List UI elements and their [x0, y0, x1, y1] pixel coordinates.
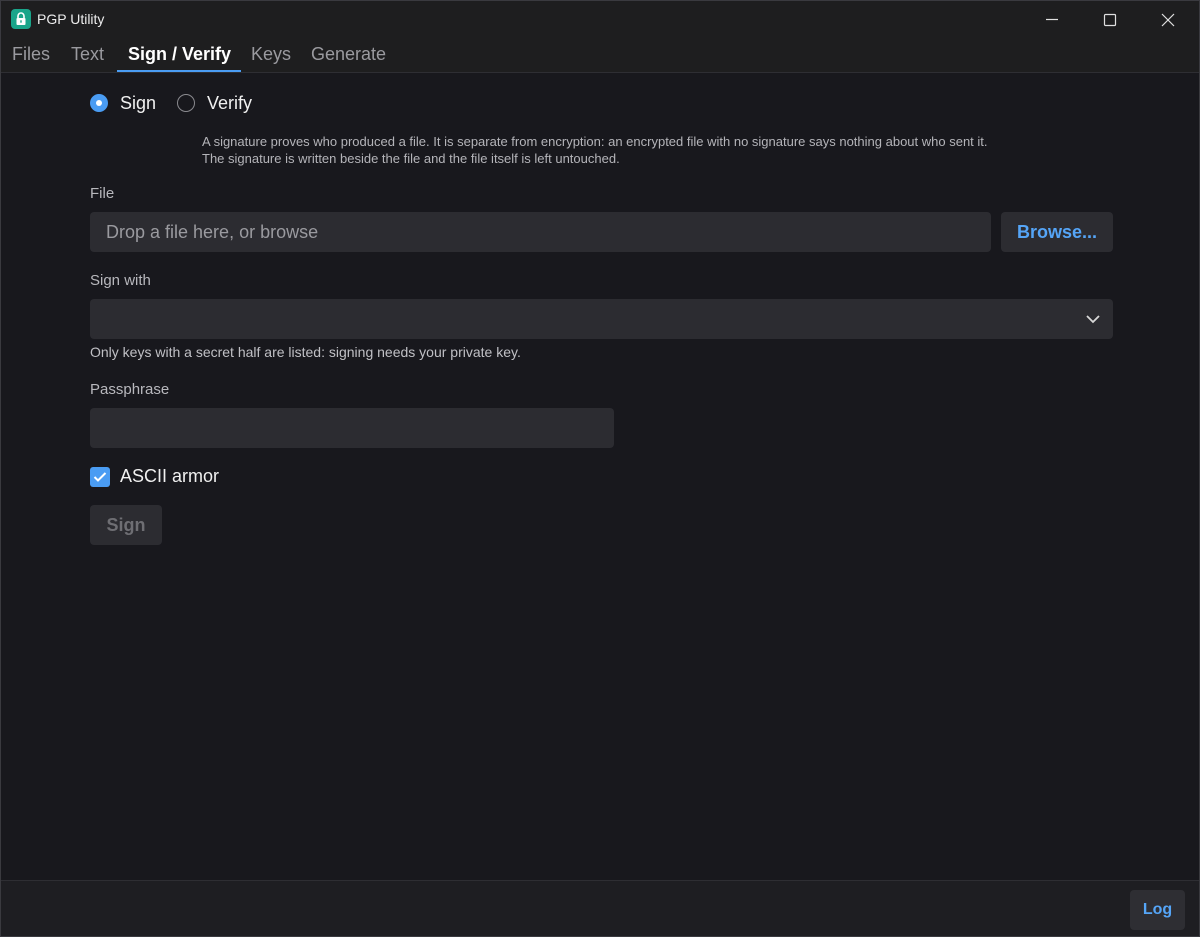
footer-bar: Log: [1, 880, 1199, 936]
file-placeholder: Drop a file here, or browse: [106, 222, 319, 242]
window-title: PGP Utility: [37, 11, 105, 27]
file-drop-input[interactable]: Drop a file here, or browse: [90, 212, 991, 252]
close-button[interactable]: [1139, 1, 1197, 38]
file-label: File: [90, 185, 115, 202]
tab-generate[interactable]: Generate: [311, 44, 386, 72]
mode-description: A signature proves who produced a file. …: [202, 134, 988, 166]
tab-text[interactable]: Text: [71, 44, 104, 72]
active-tab-indicator: [117, 70, 241, 72]
passphrase-input[interactable]: [90, 408, 614, 448]
tab-keys[interactable]: Keys: [251, 44, 291, 72]
verify-radio-label[interactable]: Verify: [207, 93, 252, 114]
chevron-down-icon: [1086, 315, 1100, 324]
title-bar: PGP Utility: [1, 1, 1199, 38]
sign-radio-label[interactable]: Sign: [120, 93, 156, 114]
ascii-armor-checkbox[interactable]: [90, 467, 110, 487]
sign-with-label: Sign with: [90, 272, 151, 289]
browse-button[interactable]: Browse...: [1001, 212, 1113, 252]
close-icon: [1161, 13, 1175, 27]
tab-sign-verify[interactable]: Sign / Verify: [128, 44, 231, 72]
minimize-button[interactable]: [1023, 1, 1081, 38]
sign-button[interactable]: Sign: [90, 505, 162, 545]
ascii-armor-label[interactable]: ASCII armor: [120, 466, 219, 487]
maximize-icon: [1103, 13, 1117, 27]
maximize-button[interactable]: [1081, 1, 1139, 38]
tab-files[interactable]: Files: [12, 44, 50, 72]
passphrase-label: Passphrase: [90, 381, 170, 398]
minimize-icon: [1046, 18, 1058, 21]
log-button[interactable]: Log: [1130, 890, 1185, 930]
sign-with-hint: Only keys with a secret half are listed:…: [90, 344, 521, 360]
checkmark-icon: [93, 472, 107, 482]
sign-with-select[interactable]: [90, 299, 1113, 339]
verify-radio[interactable]: [177, 94, 195, 112]
sign-radio[interactable]: [90, 94, 108, 112]
tab-bar: Files Text Sign / Verify Keys Generate: [1, 38, 1199, 73]
lock-icon: [11, 9, 31, 29]
app-window: PGP Utility Files Text Sign / Verify Key…: [0, 0, 1200, 937]
